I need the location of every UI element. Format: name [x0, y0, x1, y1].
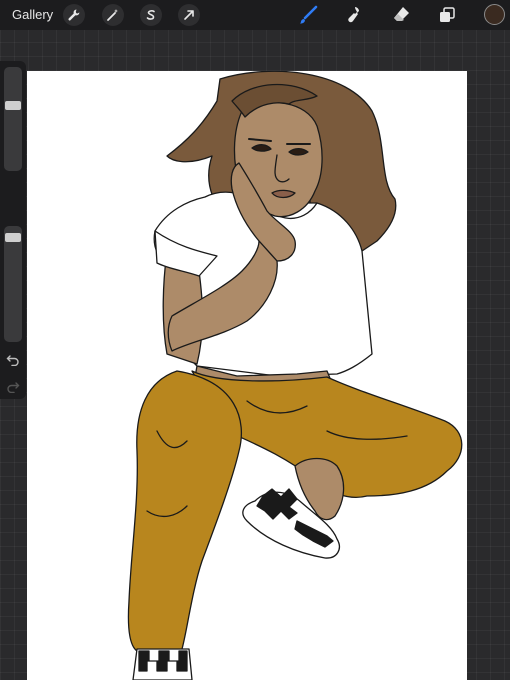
magic-wand-icon — [107, 9, 118, 21]
adjustments-button[interactable] — [102, 4, 124, 26]
brush-button[interactable] — [296, 3, 320, 27]
left-sidebar — [0, 61, 26, 399]
layers-icon — [440, 7, 455, 22]
opacity-thumb[interactable] — [5, 233, 21, 243]
opacity-slider[interactable] — [4, 226, 22, 342]
selection-icon — [146, 10, 155, 20]
smudge-icon — [348, 7, 359, 23]
transform-button[interactable] — [178, 4, 200, 26]
layers-button[interactable] — [435, 3, 459, 27]
drawing-canvas[interactable] — [27, 71, 467, 680]
top-toolbar: Gallery — [0, 0, 510, 30]
color-picker-swatch[interactable] — [484, 4, 505, 25]
brush-size-slider[interactable] — [4, 67, 22, 171]
eraser-icon — [394, 7, 409, 21]
gallery-button[interactable]: Gallery — [12, 6, 53, 24]
brush-size-thumb[interactable] — [5, 100, 21, 110]
brush-icon — [300, 5, 318, 24]
undo-icon[interactable] — [6, 352, 20, 366]
transform-arrow-icon — [184, 10, 194, 20]
selection-button[interactable] — [140, 4, 162, 26]
smudge-button[interactable] — [342, 3, 366, 27]
wrench-icon — [68, 9, 80, 21]
artwork-illustration — [127, 71, 463, 680]
eraser-button[interactable] — [389, 3, 413, 27]
redo-icon[interactable] — [6, 379, 20, 393]
actions-button[interactable] — [63, 4, 85, 26]
